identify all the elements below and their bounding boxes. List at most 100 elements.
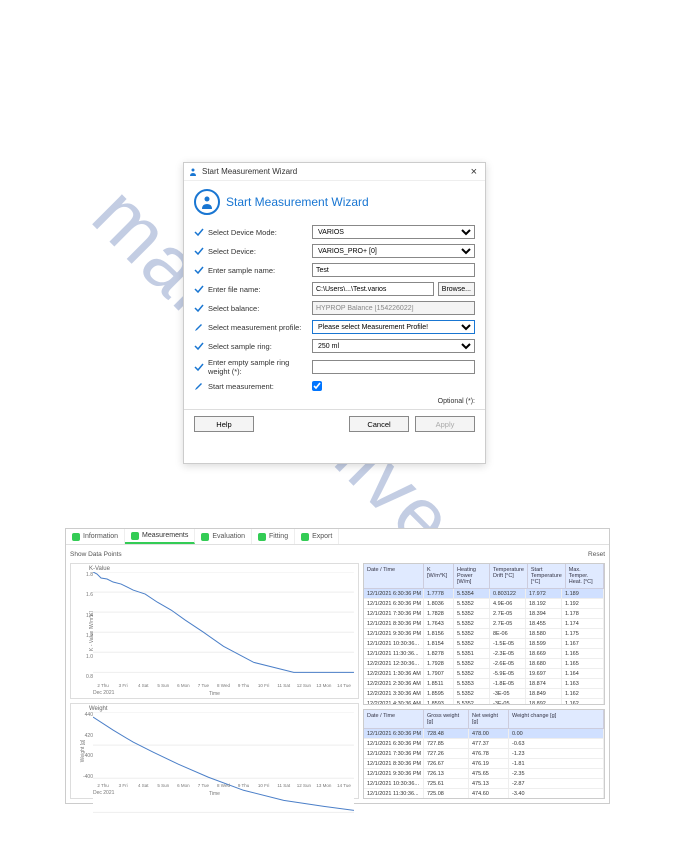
table-cell: 12/1/2021 11:30:36... <box>364 789 424 799</box>
file-name-input[interactable] <box>312 282 434 296</box>
table-row[interactable]: 12/2/2021 2:30:36 AM1.85115.5353-1.8E-05… <box>364 679 604 689</box>
column-header[interactable]: Temperature Drift [°C] <box>490 564 528 589</box>
profile-select[interactable]: Please select Measurement Profile! <box>312 320 475 334</box>
tab-measurements[interactable]: Measurements <box>125 529 195 544</box>
table-row[interactable]: 12/1/2021 7:30:36 PM727.26476.78-1.23 <box>364 749 604 759</box>
results-panel: Information Measurements Evaluation Fitt… <box>65 528 610 804</box>
help-button[interactable]: Help <box>194 416 254 432</box>
table-cell: 12/1/2021 6:30:36 PM <box>364 729 424 739</box>
table-cell: -3E-05 <box>490 699 526 705</box>
table-row[interactable]: 12/1/2021 7:30:36 PM1.78285.53522.7E-051… <box>364 609 604 619</box>
table-row[interactable]: 12/1/2021 6:30:36 PM1.80365.53524.9E-061… <box>364 599 604 609</box>
device-mode-select[interactable]: VARIOS <box>312 225 475 239</box>
table-cell: 12/2/2021 4:30:36 AM <box>364 699 424 705</box>
info-icon <box>72 533 80 541</box>
table-row[interactable]: 12/1/2021 10:30:36...1.81545.5352-1.5E-0… <box>364 639 604 649</box>
table-row[interactable]: 12/1/2021 6:30:36 PM1.77785.53540.803122… <box>364 589 604 599</box>
chart-xaxis: 2 Thu3 Fri4 Sat5 Sun6 Mon7 Tue8 Wed9 Thu… <box>93 683 354 688</box>
table-row[interactable]: 12/2/2021 1:30:36 AM1.79075.5352-5.9E-05… <box>364 669 604 679</box>
table-cell: 478.00 <box>469 729 509 739</box>
table-cell: 725.61 <box>424 779 469 789</box>
tab-information[interactable]: Information <box>66 529 125 544</box>
device-label: Select Device: <box>208 247 308 256</box>
table-row[interactable]: 12/2/2021 12:30:36...1.79285.5352-2.6E-0… <box>364 659 604 669</box>
table-cell: 12/1/2021 10:30:36... <box>364 639 424 649</box>
table-cell: 18.892 <box>526 699 562 705</box>
table-cell: 726.13 <box>424 769 469 779</box>
table-cell: 18.599 <box>526 639 562 649</box>
column-header[interactable]: Gross weight [g] <box>424 710 469 729</box>
table-cell: -1.5E-05 <box>490 639 526 649</box>
table-row[interactable]: 12/1/2021 11:30:36...725.08474.60-3.40 <box>364 789 604 799</box>
table-row[interactable]: 12/1/2021 9:30:36 PM726.13475.65-2.35 <box>364 769 604 779</box>
dialog-titlebar: Start Measurement Wizard × <box>184 163 485 181</box>
column-header[interactable]: Max. Temper. Heat. [°C] <box>566 564 604 589</box>
ring-select[interactable]: 250 ml <box>312 339 475 353</box>
table-cell: 1.8593 <box>424 699 454 705</box>
browse-button[interactable]: Browse... <box>438 282 475 296</box>
table-cell: 5.5352 <box>454 639 490 649</box>
table-cell: 5.5352 <box>454 699 490 705</box>
table-cell: 727.26 <box>424 749 469 759</box>
table-row[interactable]: 12/2/2021 4:30:36 AM1.85935.5352-3E-0518… <box>364 699 604 705</box>
tab-export[interactable]: Export <box>295 529 339 544</box>
tab-fitting[interactable]: Fitting <box>252 529 295 544</box>
table-cell: 12/1/2021 11:30:36... <box>364 649 424 659</box>
cancel-button[interactable]: Cancel <box>349 416 409 432</box>
table-row[interactable]: 12/1/2021 6:30:36 PM728.48478.000.00 <box>364 729 604 739</box>
apply-button[interactable]: Apply <box>415 416 475 432</box>
check-icon <box>194 362 204 372</box>
start-measurement-checkbox[interactable] <box>312 381 322 391</box>
close-icon[interactable]: × <box>467 166 481 178</box>
file-name-label: Enter file name: <box>208 285 308 294</box>
reset-link[interactable]: Reset <box>588 551 605 558</box>
table-cell: 1.7928 <box>424 659 454 669</box>
chart-xlabel: Time <box>209 691 220 697</box>
table-row[interactable]: 12/1/2021 9:30:36 PM1.81565.53528E-0618.… <box>364 629 604 639</box>
table-row[interactable]: 12/1/2021 8:30:36 PM1.76435.53522.7E-051… <box>364 619 604 629</box>
column-header[interactable]: Date / Time <box>364 710 424 729</box>
table-cell: 1.8154 <box>424 639 454 649</box>
table-cell: 12/1/2021 6:30:36 PM <box>364 599 424 609</box>
balance-label: Select balance: <box>208 304 308 313</box>
table-cell: -2.87 <box>509 779 604 789</box>
kvalue-table: Date / TimeK [W/m*K]Heating Power [W/m]T… <box>363 563 605 705</box>
table-cell: 474.60 <box>469 789 509 799</box>
table-row[interactable]: 12/1/2021 6:30:36 PM727.85477.37-0.63 <box>364 739 604 749</box>
sample-name-input[interactable] <box>312 263 475 277</box>
table-cell: 18.455 <box>526 619 562 629</box>
column-header[interactable]: Net weight [g] <box>469 710 509 729</box>
check-icon <box>194 303 204 313</box>
chart-yaxis: 1.81.61.41.21.00.8 <box>81 572 93 680</box>
table-cell: 12/1/2021 9:30:36 PM <box>364 629 424 639</box>
check-icon <box>194 246 204 256</box>
table-cell: 17.972 <box>526 589 562 599</box>
table-row[interactable]: 12/1/2021 10:30:36...725.61475.13-2.87 <box>364 779 604 789</box>
table-cell: 12/1/2021 7:30:36 PM <box>364 609 424 619</box>
table-cell: 1.175 <box>562 629 604 639</box>
table-header: Date / TimeK [W/m*K]Heating Power [W/m]T… <box>364 564 604 589</box>
eval-icon <box>201 533 209 541</box>
table-cell: 5.5352 <box>454 609 490 619</box>
weight-chart: Weight Weight [g] 440420400-400 2 Thu3 F… <box>70 703 359 799</box>
table-cell: 1.174 <box>562 619 604 629</box>
weight-table: Date / TimeGross weight [g]Net weight [g… <box>363 709 605 799</box>
table-row[interactable]: 12/2/2021 3:30:36 AM1.85955.5352-3E-0518… <box>364 689 604 699</box>
tab-label: Fitting <box>269 533 288 540</box>
table-cell: 12/1/2021 8:30:36 PM <box>364 759 424 769</box>
table-cell: 5.5352 <box>454 689 490 699</box>
table-row[interactable]: 12/1/2021 8:30:36 PM726.67476.19-1.81 <box>364 759 604 769</box>
table-cell: 5.5352 <box>454 629 490 639</box>
column-header[interactable]: Weight change [g] <box>509 710 604 729</box>
table-cell: 1.167 <box>562 639 604 649</box>
column-header[interactable]: K [W/m*K] <box>424 564 454 589</box>
table-row[interactable]: 12/1/2021 11:30:36...1.82785.5351-2.3E-0… <box>364 649 604 659</box>
table-cell: 1.165 <box>562 659 604 669</box>
column-header[interactable]: Date / Time <box>364 564 424 589</box>
device-select[interactable]: VARIOS_PRO+ [0] <box>312 244 475 258</box>
table-cell: 1.178 <box>562 609 604 619</box>
ring-weight-input[interactable] <box>312 360 475 374</box>
tab-evaluation[interactable]: Evaluation <box>195 529 252 544</box>
column-header[interactable]: Start Temperature [°C] <box>528 564 566 589</box>
column-header[interactable]: Heating Power [W/m] <box>454 564 490 589</box>
